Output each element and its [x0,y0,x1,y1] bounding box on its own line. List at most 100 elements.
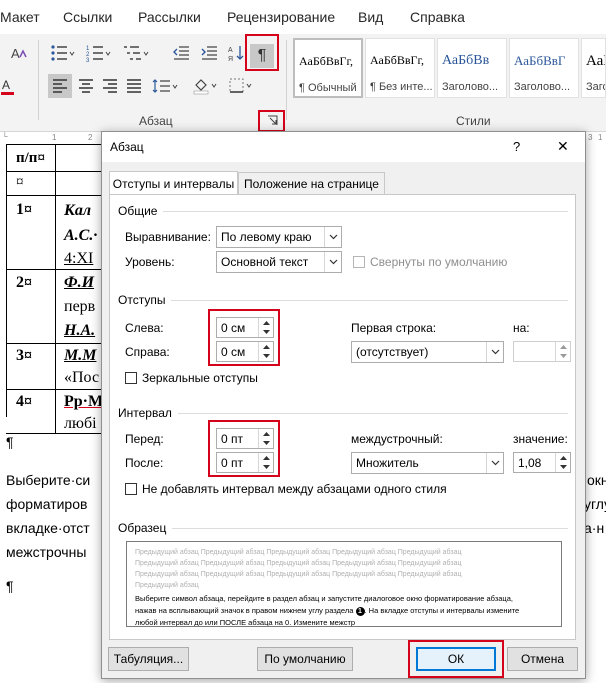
indent-left-value: 0 см [221,321,246,335]
tab-indents-spacing[interactable]: Отступы и интервалы [109,171,238,195]
ruler-mark: 1 [52,133,57,142]
line-spacing-select[interactable]: Множитель [351,452,504,474]
svg-text:A: A [11,46,20,61]
ok-button[interactable]: ОК [416,647,496,671]
line-spacing-label: междустрочный: [351,432,443,446]
line-spacing-at-spinner[interactable]: 1,08 [513,452,571,473]
paragraph-dialog-launcher-icon[interactable] [265,114,279,127]
style-no-spacing[interactable]: АаБбВвГг, ¶ Без инте... [365,38,435,98]
multilevel-list-icon[interactable] [120,42,152,64]
chevron-down-icon[interactable] [259,351,273,360]
style-sample: АаБбВвГг, [370,53,425,67]
line-spacing-icon[interactable] [150,74,182,98]
help-icon[interactable]: ? [513,139,520,154]
cell-line: А.С.· [64,227,98,244]
font-color-icon[interactable]: A [0,76,16,98]
chevron-up-icon[interactable] [259,429,273,438]
paragraph-preview: Предыдущий абзац Предыдущий абзац Предыд… [126,541,562,627]
spinner-arrows[interactable] [555,453,570,472]
collapsed-by-default-checkbox[interactable] [353,256,365,268]
styles-group-label: Стили [456,114,491,128]
table-header-cell: ¤ [6,172,56,196]
style-normal[interactable]: АаБбВвГг, ¶ Обычный [293,38,363,98]
preview-previous-line: Предыдущий абзац Предыдущий абзац Предыд… [135,549,462,556]
menu-tab-view[interactable]: Вид [358,9,383,25]
chevron-down-icon[interactable] [556,462,570,471]
chevron-up-icon[interactable] [259,318,273,327]
chevron-up-icon[interactable] [259,342,273,351]
chevron-up-icon[interactable] [259,453,273,462]
change-case-icon[interactable]: A [6,42,32,64]
outline-level-select[interactable]: Основной текст [216,251,342,273]
style-heading-2[interactable]: АаБбВвГ Заголово... [509,38,579,98]
preview-previous-line: Предыдущий абзац Предыдущий абзац Предыд… [135,571,462,578]
close-icon[interactable]: ✕ [557,138,569,155]
numbering-icon[interactable]: 123 [84,42,114,64]
set-as-default-button[interactable]: По умолчанию [257,647,353,671]
mirror-indents-checkbox[interactable] [125,372,137,384]
cancel-button[interactable]: Отмена [507,647,578,671]
spinner-arrows[interactable] [555,342,570,361]
dialog-title-bar[interactable]: Абзац ? ✕ [102,132,585,162]
cell-line: перв [64,298,96,315]
align-center-icon[interactable] [74,74,98,98]
indents-section-title: Отступы [118,293,172,307]
dialog-title: Абзац [110,140,144,154]
alignment-select[interactable]: По левому краю [216,226,342,248]
justify-icon[interactable] [122,74,146,98]
sort-icon[interactable]: AЯ [226,42,246,64]
spacing-section-title: Интервал [118,406,178,420]
borders-icon[interactable] [226,74,258,98]
first-line-value: (отсутствует) [356,345,429,359]
first-line-select[interactable]: (отсутствует) [351,341,504,363]
svg-text:Я: Я [228,56,233,62]
spacing-before-spinner[interactable]: 0 пт [216,428,274,449]
indent-left-spinner[interactable]: 0 см [216,317,274,338]
line-spacing-at-label: значение: [513,432,568,446]
chevron-down-icon[interactable] [259,462,273,471]
indent-right-value: 0 см [221,345,246,359]
style-heading-1[interactable]: АаБбВв Заголово... [437,38,507,98]
style-name: ¶ Без инте... [370,81,433,93]
general-section-title: Общие [118,204,164,218]
decrease-indent-icon[interactable] [170,42,192,64]
chevron-down-icon[interactable] [556,351,570,360]
chevron-down-icon[interactable] [259,438,273,447]
spinner-arrows[interactable] [258,318,273,337]
chevron-down-icon [486,453,503,473]
first-line-by-spinner[interactable] [513,341,571,362]
style-title[interactable]: АаБб Заго [581,38,606,98]
menu-tab-help[interactable]: Справка [410,9,465,25]
bullets-icon[interactable] [48,42,78,64]
spinner-arrows[interactable] [258,429,273,448]
chevron-down-icon[interactable] [259,327,273,336]
ruler-tab-marker[interactable]: └ [2,132,8,141]
paragraph-line: форматиров [6,496,88,512]
no-space-same-style-checkbox[interactable] [125,483,137,495]
tabs-button[interactable]: Табуляция... [108,647,189,671]
align-left-button[interactable] [48,74,72,98]
shading-icon[interactable] [190,74,222,98]
table-header-mark: ¤ [16,174,24,190]
tab-line-page-breaks[interactable]: Положение на странице [238,172,385,194]
menu-tab-mailings[interactable]: Рассылки [138,9,201,25]
table-row: 4¤ [6,390,56,434]
spacing-after-label: После: [125,456,164,470]
indent-right-spinner[interactable]: 0 см [216,341,274,362]
chevron-up-icon[interactable] [556,342,570,351]
menu-tab-references[interactable]: Ссылки [63,9,112,25]
preview-section-title: Образец [118,521,173,535]
menu-tab-review[interactable]: Рецензирование [227,9,335,25]
show-formatting-marks-button[interactable]: ¶ [250,44,274,68]
menu-tab-layout[interactable]: Макет [0,9,40,25]
spinner-arrows[interactable] [258,342,273,361]
svg-text:A: A [228,47,233,54]
spinner-arrows[interactable] [258,453,273,472]
paragraph-line-end: а·н [584,520,605,536]
chevron-up-icon[interactable] [556,453,570,462]
increase-indent-icon[interactable] [198,42,220,64]
ribbon: A A 123 AЯ ¶ Абзац АаБбВвГг, ¶ Обычный А… [0,34,606,132]
style-sample: АаБбВв [442,53,490,68]
spacing-after-spinner[interactable]: 0 пт [216,452,274,473]
align-right-icon[interactable] [98,74,122,98]
